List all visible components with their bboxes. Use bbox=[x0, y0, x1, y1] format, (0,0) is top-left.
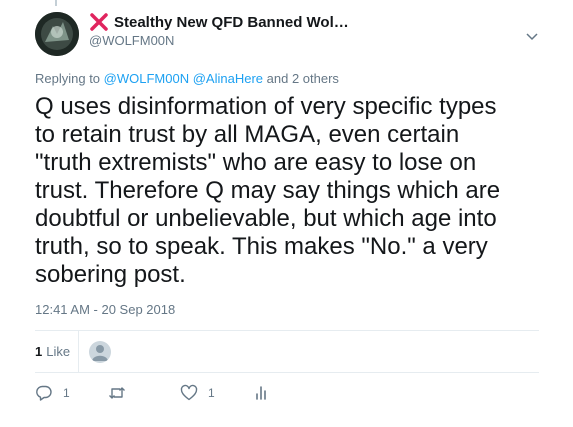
tweet-stats: 1 Like bbox=[35, 331, 539, 372]
heart-icon bbox=[180, 384, 198, 401]
cross-mark-icon bbox=[89, 12, 109, 32]
divider bbox=[35, 372, 539, 373]
retweet-icon bbox=[109, 387, 125, 399]
chevron-down-icon[interactable] bbox=[526, 28, 538, 41]
replying-suffix[interactable]: and 2 others bbox=[267, 71, 339, 86]
like-count: 1 bbox=[208, 386, 215, 400]
reply-icon bbox=[36, 385, 52, 401]
tweet-timestamp[interactable]: 12:41 AM - 20 Sep 2018 bbox=[35, 302, 175, 317]
likes-stat-label: Like bbox=[46, 344, 71, 359]
replying-prefix: Replying to bbox=[35, 71, 101, 86]
author-handle[interactable]: @WOLFM00N bbox=[89, 33, 174, 48]
thread-connector-line bbox=[55, 0, 57, 6]
author-display-name[interactable]: Stealthy New QFD Banned Wol… bbox=[114, 14, 349, 31]
replying-to: Replying to @WOLFM00N @AlinaHere and 2 o… bbox=[35, 71, 339, 86]
mention-link[interactable]: @WOLFM00N bbox=[104, 71, 189, 86]
reply-button[interactable]: 1 bbox=[35, 381, 70, 405]
like-button[interactable]: 1 bbox=[180, 381, 215, 405]
tweet-text: Q uses disinformation of very specific t… bbox=[35, 93, 501, 288]
analytics-icon bbox=[256, 386, 266, 400]
liker-avatar[interactable] bbox=[89, 340, 112, 363]
author-name-row[interactable]: Stealthy New QFD Banned Wol… bbox=[89, 12, 349, 32]
mention-link[interactable]: @AlinaHere bbox=[193, 71, 263, 86]
retweet-button[interactable] bbox=[108, 381, 136, 405]
tweet-actions: 1 1 bbox=[35, 381, 539, 405]
likes-stat-count: 1 bbox=[35, 344, 43, 359]
likes-stat[interactable]: 1 Like bbox=[35, 331, 80, 372]
analytics-button[interactable] bbox=[252, 381, 270, 405]
author-avatar[interactable] bbox=[35, 12, 79, 56]
reply-count: 1 bbox=[63, 386, 70, 400]
